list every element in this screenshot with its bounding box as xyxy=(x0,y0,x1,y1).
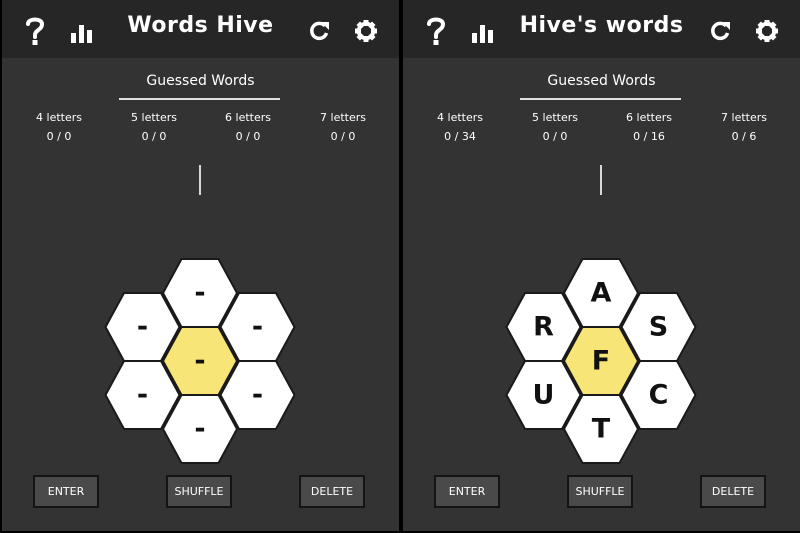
guessed-words-title: Guessed Words xyxy=(146,73,255,89)
column-count: 0 / 16 xyxy=(633,130,665,143)
help-icon[interactable] xyxy=(24,15,46,47)
column-label: 6 letters xyxy=(225,111,271,124)
column-label: 6 letters xyxy=(626,111,672,124)
text-cursor xyxy=(600,165,602,195)
letters-column-5: 5 letters 0 / 0 xyxy=(109,111,199,143)
enter-button[interactable]: ENTER xyxy=(33,475,99,508)
text-cursor xyxy=(199,165,201,195)
column-count: 0 / 0 xyxy=(141,130,167,143)
guessed-words-divider xyxy=(119,98,280,100)
column-label: 7 letters xyxy=(320,111,366,124)
refresh-icon[interactable] xyxy=(709,15,731,47)
letters-column-7: 7 letters 0 / 0 xyxy=(298,111,388,143)
stats-icon[interactable] xyxy=(70,15,94,47)
header: Hive's words xyxy=(403,0,800,58)
shuffle-button[interactable]: SHUFFLE xyxy=(567,475,633,508)
delete-button[interactable]: DELETE xyxy=(700,475,766,508)
header: Words Hive xyxy=(2,0,399,58)
shuffle-button[interactable]: SHUFFLE xyxy=(166,475,232,508)
letters-column-6: 6 letters 0 / 16 xyxy=(604,111,694,143)
column-label: 4 letters xyxy=(437,111,483,124)
settings-icon[interactable] xyxy=(354,15,378,47)
enter-button[interactable]: ENTER xyxy=(434,475,500,508)
guessed-words-title: Guessed Words xyxy=(547,73,656,89)
app-title: Words Hive xyxy=(127,13,274,38)
hive: - - - - - - - xyxy=(104,258,296,464)
guessed-words-divider xyxy=(520,98,681,100)
column-label: 4 letters xyxy=(36,111,82,124)
letters-column-6: 6 letters 0 / 0 xyxy=(203,111,293,143)
column-count: 0 / 0 xyxy=(235,130,261,143)
column-count: 0 / 0 xyxy=(542,130,568,143)
stats-icon[interactable] xyxy=(471,15,495,47)
column-label: 7 letters xyxy=(721,111,767,124)
column-label: 5 letters xyxy=(131,111,177,124)
help-icon[interactable] xyxy=(425,15,447,47)
letters-column-4: 4 letters 0 / 34 xyxy=(415,111,505,143)
settings-icon[interactable] xyxy=(755,15,779,47)
column-count: 0 / 0 xyxy=(46,130,72,143)
letters-column-5: 5 letters 0 / 0 xyxy=(510,111,600,143)
app-title: Hive's words xyxy=(519,13,684,38)
hive: A R S F U C T xyxy=(505,258,697,464)
letters-column-7: 7 letters 0 / 6 xyxy=(699,111,789,143)
game-panel-right: Hive's words Guessed Words 4 letters 0 /… xyxy=(403,0,800,531)
column-count: 0 / 34 xyxy=(444,130,476,143)
column-count: 0 / 0 xyxy=(330,130,356,143)
column-count: 0 / 6 xyxy=(731,130,757,143)
column-label: 5 letters xyxy=(532,111,578,124)
delete-button[interactable]: DELETE xyxy=(299,475,365,508)
letters-column-4: 4 letters 0 / 0 xyxy=(14,111,104,143)
refresh-icon[interactable] xyxy=(308,15,330,47)
game-panel-left: Words Hive Guessed Words 4 letters 0 / 0… xyxy=(2,0,399,531)
